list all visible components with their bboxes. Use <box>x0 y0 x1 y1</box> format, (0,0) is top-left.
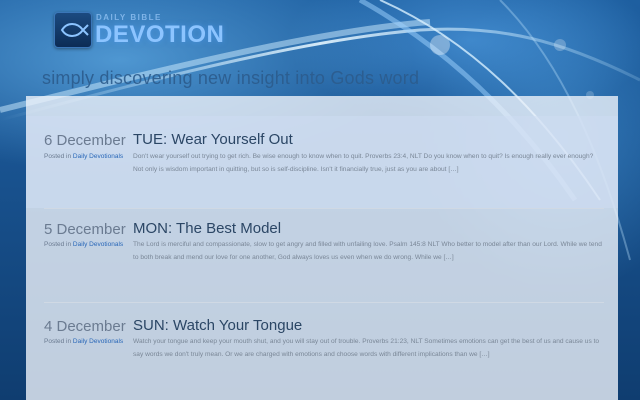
site-logo[interactable]: DAILY BIBLE DEVOTION <box>54 12 224 52</box>
fish-icon <box>54 12 92 48</box>
post-title-link[interactable]: SUN: Watch Your Tongue <box>133 317 302 334</box>
post-date: 4 December <box>44 318 126 335</box>
post-item: 5 December Posted in Daily Devotionals M… <box>26 208 618 302</box>
post-item: 6 December Posted in Daily Devotionals T… <box>26 116 618 208</box>
posts-panel: 6 December Posted in Daily Devotionals T… <box>26 96 618 400</box>
post-meta: Posted in Daily Devotionals <box>44 338 123 345</box>
post-title-link[interactable]: MON: The Best Model <box>133 220 281 237</box>
post-title-link[interactable]: TUE: Wear Yourself Out <box>133 131 293 148</box>
category-link[interactable]: Daily Devotionals <box>73 338 123 345</box>
post-meta: Posted in Daily Devotionals <box>44 153 123 160</box>
posted-in-label: Posted in <box>44 338 72 345</box>
post-excerpt: Don't wear yourself out trying to get ri… <box>133 153 594 173</box>
post-meta: Posted in Daily Devotionals <box>44 241 123 248</box>
posted-in-label: Posted in <box>44 241 72 248</box>
post-date: 5 December <box>44 221 126 238</box>
logo-title-text: DEVOTION <box>95 21 225 48</box>
post-item: 4 December Posted in Daily Devotionals S… <box>26 302 618 400</box>
category-link[interactable]: Daily Devotionals <box>73 153 123 160</box>
posted-in-label: Posted in <box>44 153 72 160</box>
site-tagline: simply discovering new insight into Gods… <box>42 68 420 88</box>
post-date: 6 December <box>44 132 126 149</box>
category-link[interactable]: Daily Devotionals <box>73 241 123 248</box>
post-excerpt: Watch your tongue and keep your mouth sh… <box>133 338 600 358</box>
post-excerpt: The Lord is merciful and compassionate, … <box>133 241 602 261</box>
